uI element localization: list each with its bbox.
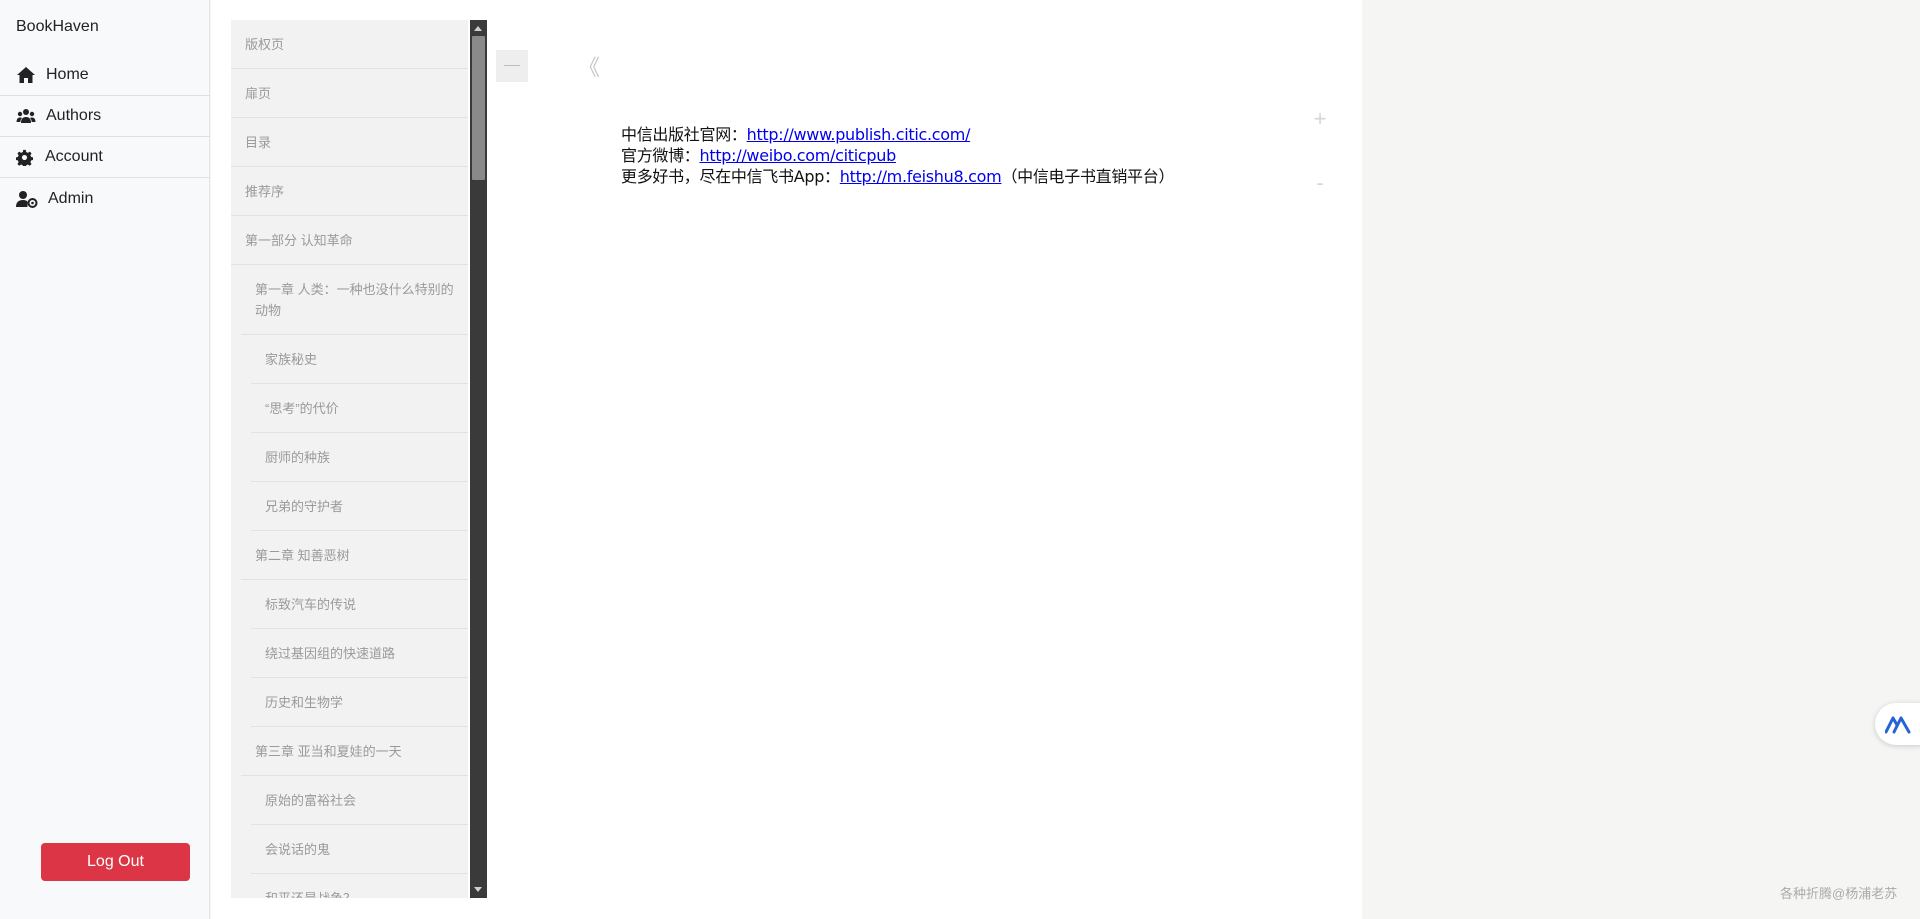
toc-item[interactable]: 家族秘史 xyxy=(251,335,468,384)
home-icon xyxy=(17,67,35,83)
logout-button[interactable]: Log Out xyxy=(41,843,190,881)
toc-item[interactable]: 标致汽车的传说 xyxy=(251,580,468,629)
content-line: 官方微博：http://weibo.com/citicpub xyxy=(621,145,1174,166)
scroll-up-arrow-icon[interactable] xyxy=(474,26,482,31)
nav-item-label: Authors xyxy=(46,107,102,124)
scroll-thumb[interactable] xyxy=(472,36,485,180)
toc-item[interactable]: 扉页 xyxy=(231,69,468,118)
toc-item[interactable]: 推荐序 xyxy=(231,167,468,216)
toc-item[interactable]: 版权页 xyxy=(231,20,468,69)
user-gear-icon xyxy=(16,190,38,208)
line-text: 更多好书，尽在中信飞书App： xyxy=(621,167,840,186)
scroll-down-arrow-icon[interactable] xyxy=(474,887,482,892)
toc-item[interactable]: 和平还是战争？ xyxy=(251,874,468,898)
nav-item-label: Home xyxy=(46,66,89,83)
toc-item[interactable]: 第一部分 认知革命 xyxy=(231,216,468,265)
brand-title: BookHaven xyxy=(16,18,99,35)
weibo-link[interactable]: http://weibo.com/citicpub xyxy=(700,146,897,165)
users-icon xyxy=(16,109,36,123)
toc-item[interactable]: 第三章 亚当和夏娃的一天 xyxy=(241,727,468,776)
previous-page-button[interactable]: 《 xyxy=(578,50,600,82)
assistant-float-button[interactable] xyxy=(1875,703,1920,745)
toc-item[interactable]: 第二章 知善恶树 xyxy=(241,531,468,580)
reader-panel: 版权页 扉页 目录 推荐序 第一部分 认知革命 第一章 人类：一种也没什么特别的动物 家族秘… xyxy=(211,0,1362,919)
nav-item-label: Account xyxy=(45,148,103,165)
line-suffix: （中信电子书直销平台） xyxy=(1001,167,1175,186)
toc-item[interactable]: 目录 xyxy=(231,118,468,167)
table-of-contents: 版权页 扉页 目录 推荐序 第一部分 认知革命 第一章 人类：一种也没什么特别的动物 家族秘… xyxy=(231,20,468,898)
nav-menu: Home Authors Account Admin xyxy=(0,55,210,219)
watermark-text: 各种折腾@杨浦老苏 xyxy=(1780,886,1898,901)
nav-item-admin[interactable]: Admin xyxy=(0,178,210,219)
toc-item[interactable]: “思考”的代价 xyxy=(251,384,468,433)
assistant-logo-icon xyxy=(1885,716,1911,734)
book-content: 中信出版社官网：http://www.publish.citic.com/ 官方… xyxy=(621,124,1174,187)
line-text: 官方微博： xyxy=(621,146,700,165)
content-line: 更多好书，尽在中信飞书App：http://m.feishu8.com（中信电子… xyxy=(621,166,1174,187)
nav-item-home[interactable]: Home xyxy=(0,55,210,96)
toc-item[interactable]: 绕过基因组的快速道路 xyxy=(251,629,468,678)
content-line: 中信出版社官网：http://www.publish.citic.com/ xyxy=(621,124,1174,145)
toc-item[interactable]: 原始的富裕社会 xyxy=(251,776,468,825)
publisher-website-link[interactable]: http://www.publish.citic.com/ xyxy=(747,125,971,144)
toc-scrollbar[interactable] xyxy=(470,20,487,898)
nav-item-authors[interactable]: Authors xyxy=(0,96,210,137)
toc-item[interactable]: 兄弟的守护者 xyxy=(251,482,468,531)
feishu-app-link[interactable]: http://m.feishu8.com xyxy=(840,167,1002,186)
zoom-in-button[interactable]: + xyxy=(1310,106,1330,132)
nav-item-label: Admin xyxy=(48,189,94,207)
gear-icon xyxy=(16,149,33,166)
toc-item[interactable]: 厨师的种族 xyxy=(251,433,468,482)
toc-toggle-button[interactable] xyxy=(496,50,528,82)
nav-item-account[interactable]: Account xyxy=(0,137,210,178)
app-sidebar: BookHaven Home Authors Account Admin Log… xyxy=(0,0,210,919)
zoom-out-button[interactable]: - xyxy=(1310,170,1330,196)
toc-item[interactable]: 会说话的鬼 xyxy=(251,825,468,874)
toc-item[interactable]: 历史和生物学 xyxy=(251,678,468,727)
line-text: 中信出版社官网： xyxy=(621,125,747,144)
menu-icon xyxy=(504,65,520,66)
toc-item[interactable]: 第一章 人类：一种也没什么特别的动物 xyxy=(241,265,468,335)
